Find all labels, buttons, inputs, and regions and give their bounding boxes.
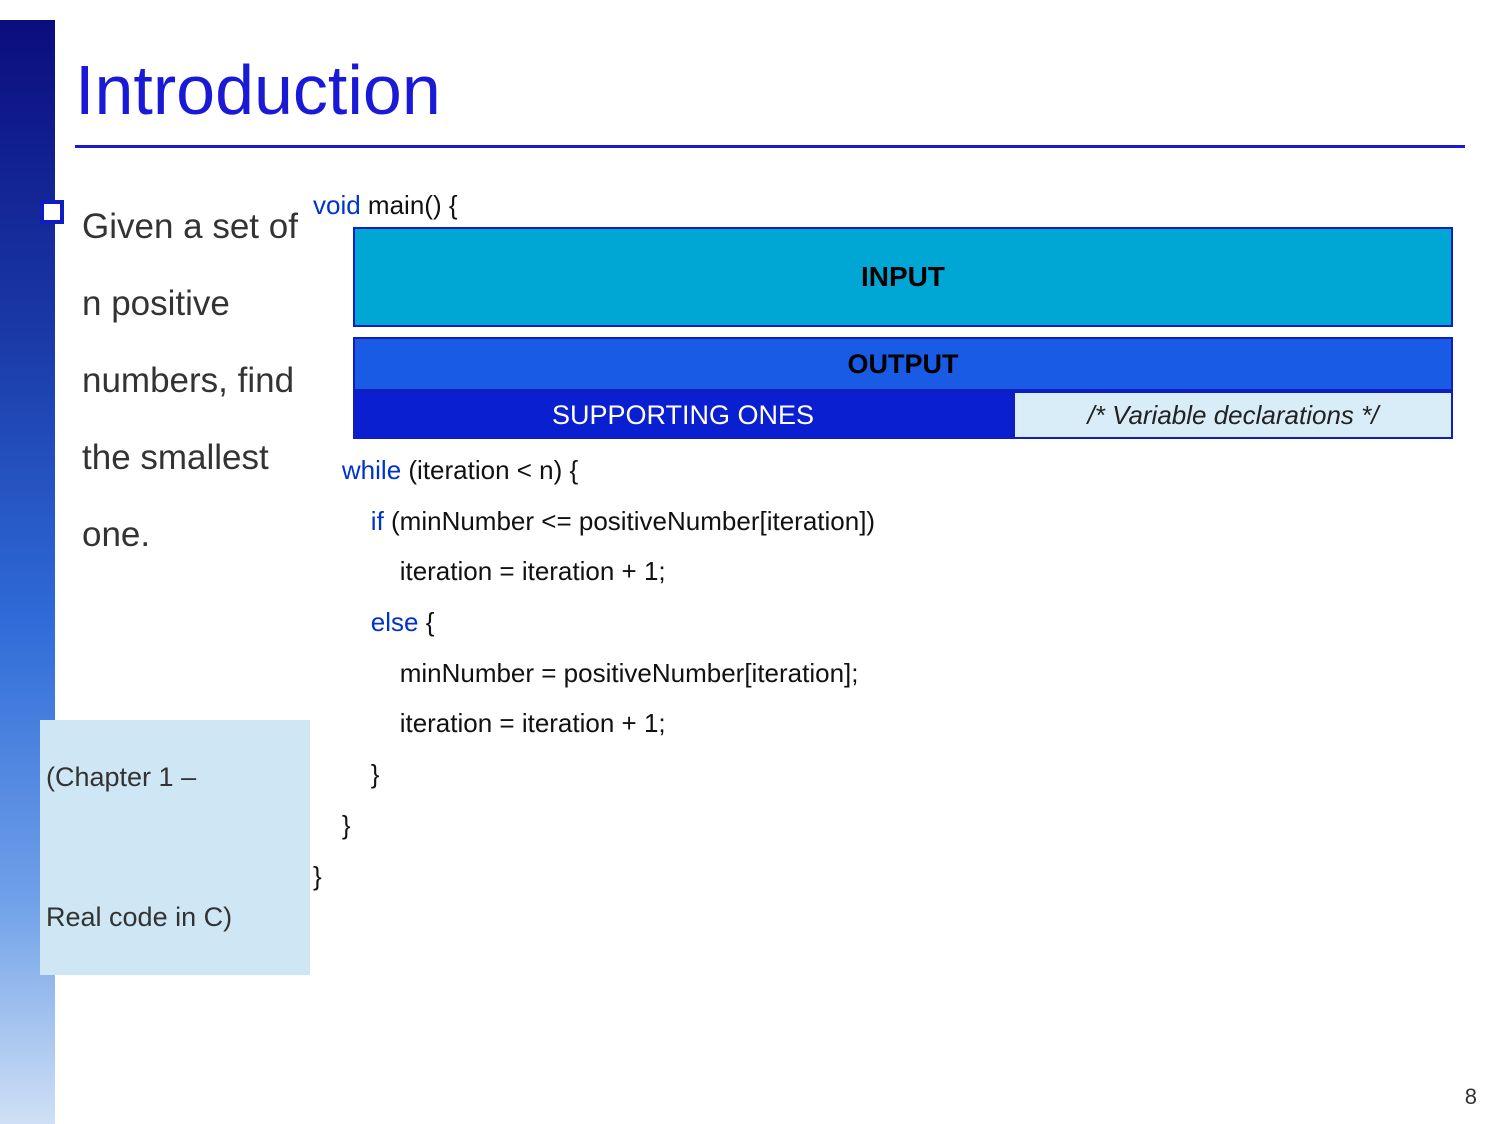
indent3c [313, 708, 400, 738]
corner-white [0, 0, 55, 20]
close-brace-3: } [313, 861, 322, 891]
keyword-while: while [342, 455, 401, 485]
keyword-if: if [371, 506, 384, 536]
box-supporting: SUPPORTING ONES [353, 391, 1013, 439]
indent2 [313, 506, 371, 536]
if-rest: (minNumber <= positiveNumber[iteration]) [384, 506, 875, 536]
box-output: OUTPUT [353, 337, 1453, 391]
slide-title: Introduction [75, 50, 441, 130]
code-signature: void main() { [313, 190, 1463, 221]
else-rest: { [419, 607, 435, 637]
indent3 [313, 556, 400, 586]
box-input-label: INPUT [861, 261, 945, 293]
box-input: INPUT [353, 227, 1453, 327]
box-supporting-label: SUPPORTING ONES [552, 400, 814, 431]
code-body: while (iteration < n) { if (minNumber <=… [313, 445, 1463, 901]
box-row: SUPPORTING ONES /* Variable declarations… [353, 391, 1453, 439]
box-vardecl-label: /* Variable declarations */ [1088, 400, 1379, 431]
page-number: 8 [1465, 1084, 1477, 1110]
bullet-text: Given a set of n positive numbers, find … [82, 188, 312, 573]
indent1 [313, 455, 342, 485]
code-boxes: INPUT OUTPUT SUPPORTING ONES /* Variable… [353, 227, 1499, 439]
else-body2: iteration = iteration + 1; [400, 708, 666, 738]
title-underline [75, 145, 1465, 148]
indent3b [313, 658, 400, 688]
close-brace-1: } [371, 759, 380, 789]
chapter-note: (Chapter 1 – Real code in C) [40, 720, 310, 975]
while-rest: (iteration < n) { [401, 455, 578, 485]
else-body1: minNumber = positiveNumber[iteration]; [400, 658, 859, 688]
indent2c [313, 759, 371, 789]
keyword-void: void [313, 190, 361, 220]
code-area: void main() { INPUT OUTPUT SUPPORTING ON… [313, 190, 1463, 901]
box-vardecl: /* Variable declarations */ [1013, 391, 1453, 439]
indent1b [313, 810, 342, 840]
sig-rest: main() { [361, 190, 458, 220]
close-brace-2: } [342, 810, 351, 840]
if-body: iteration = iteration + 1; [400, 556, 666, 586]
box-output-label: OUTPUT [848, 349, 959, 380]
keyword-else: else [371, 607, 419, 637]
indent2b [313, 607, 371, 637]
bullet-square-icon [40, 200, 64, 224]
